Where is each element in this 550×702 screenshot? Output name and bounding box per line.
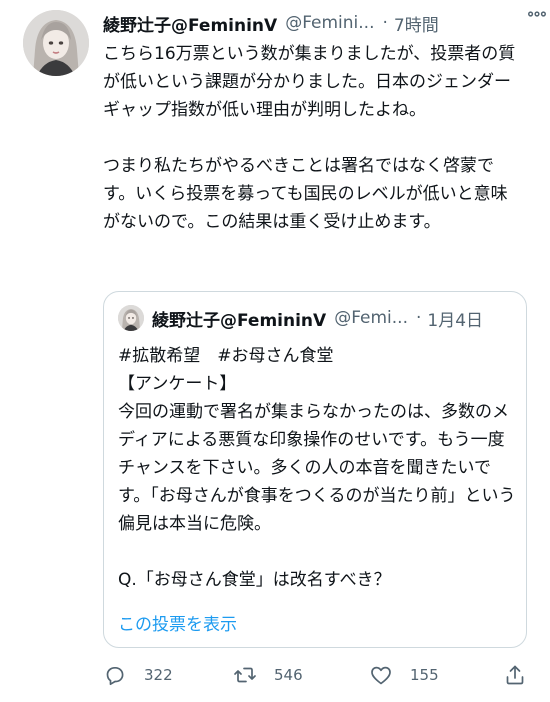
quoted-tweet[interactable]: 綾野辻子@FemininV @Femi... · 1月4日 #拡散希望 #お母さ… bbox=[103, 291, 527, 648]
tweet-actions: 322 546 155 bbox=[103, 663, 533, 693]
user-handle[interactable]: @Femini... bbox=[285, 13, 374, 33]
quoted-tweet-text: #拡散希望 #お母さん食堂 【アンケート】 今回の運動で署名が集まらなかったのは… bbox=[118, 346, 516, 590]
quoted-tweet-header: 綾野辻子@FemininV @Femi... · 1月4日 bbox=[152, 306, 518, 331]
like-button[interactable]: 155 bbox=[369, 663, 439, 687]
retweet-button[interactable]: 546 bbox=[233, 663, 303, 687]
retweet-icon bbox=[234, 667, 256, 683]
display-name[interactable]: 綾野辻子@FemininV bbox=[103, 11, 277, 36]
quoted-display-name[interactable]: 綾野辻子@FemininV bbox=[152, 306, 326, 331]
tweet[interactable]: 綾野辻子@FemininV @Femini... · 7時間 こちら16万票とい… bbox=[0, 0, 550, 702]
quoted-separator-dot: · bbox=[416, 308, 422, 328]
tweet-time[interactable]: 7時間 bbox=[394, 11, 439, 36]
retweet-count: 546 bbox=[274, 666, 303, 684]
show-poll-link[interactable]: この投票を表示 bbox=[118, 610, 237, 635]
reply-count: 322 bbox=[144, 666, 173, 684]
quoted-tweet-date[interactable]: 1月4日 bbox=[427, 306, 483, 331]
share-icon bbox=[506, 665, 524, 685]
more-horizontal-icon[interactable] bbox=[526, 3, 548, 30]
separator-dot: · bbox=[382, 13, 388, 33]
quoted-avatar[interactable] bbox=[118, 305, 144, 331]
like-count: 155 bbox=[410, 666, 439, 684]
heart-icon bbox=[371, 666, 391, 685]
reply-button[interactable]: 322 bbox=[103, 663, 173, 687]
avatar[interactable] bbox=[23, 10, 89, 76]
share-button[interactable] bbox=[503, 663, 527, 687]
reply-icon bbox=[106, 666, 124, 686]
tweet-header: 綾野辻子@FemininV @Femini... · 7時間 bbox=[103, 9, 536, 37]
tweet-text: こちら16万票という数が集まりましたが、投票者の質が低いという課題が分かりました… bbox=[103, 44, 516, 232]
quoted-user-handle[interactable]: @Femi... bbox=[334, 308, 408, 328]
